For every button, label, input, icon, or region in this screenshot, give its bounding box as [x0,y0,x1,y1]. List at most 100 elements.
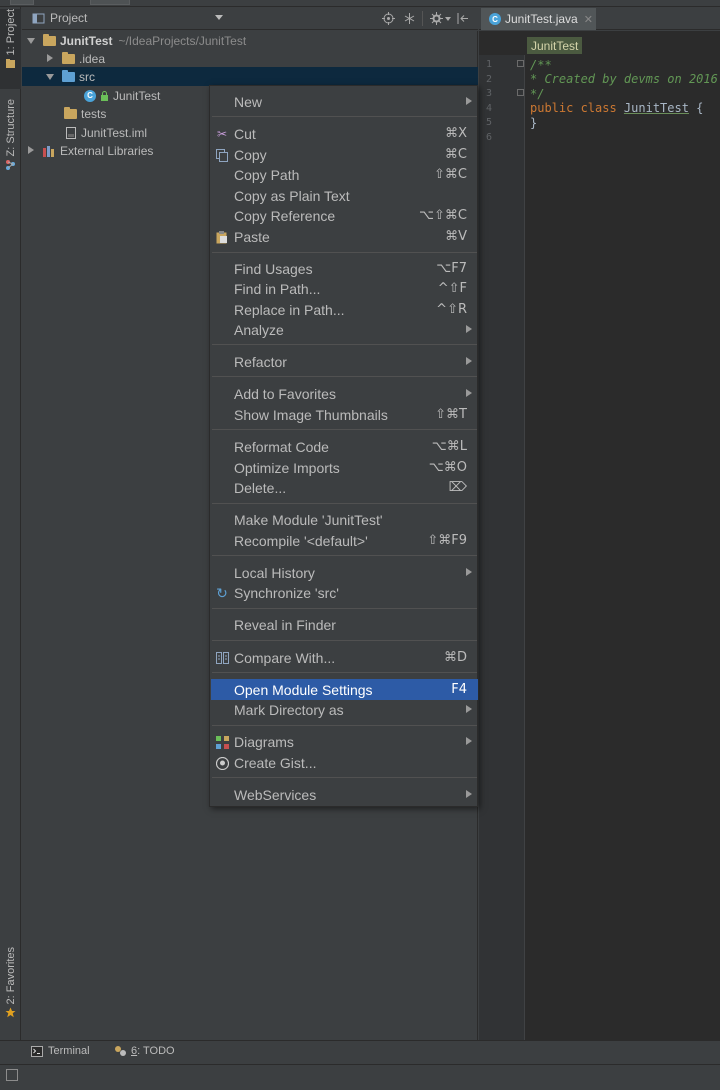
menu-item-find-usages[interactable]: Find Usages ⌥F7 [211,258,478,279]
menu-item-synchronize[interactable]: ↻ Synchronize 'src' [211,582,478,603]
menu-item-reformat-code[interactable]: Reformat Code ⌥⌘L [211,436,478,457]
chevron-down-icon[interactable] [44,71,56,83]
menu-item-find-in-path[interactable]: Find in Path... ^⇧F [211,278,478,299]
code-keyword: public class [530,101,624,115]
menu-item-analyze[interactable]: Analyze [211,319,478,340]
context-menu: New ✂ Cut ⌘X Copy ⌘C Copy Path ⇧⌘C Copy as P… [209,85,478,807]
menu-item-copy-reference[interactable]: Copy Reference ⌥⇧⌘C [211,205,478,226]
menu-item-shortcut: ⌥⌘O [428,460,467,475]
menu-item-compare-with[interactable]: Compare With... ⌘D [211,647,478,668]
fold-marker-icon[interactable] [517,89,524,96]
chevron-down-icon[interactable] [215,15,223,20]
menu-item-optimize-imports[interactable]: Optimize Imports ⌥⌘O [211,457,478,478]
menu-item-label: Mark Directory as [234,701,344,718]
project-panel-header: Project [22,7,478,30]
menu-item-diagrams[interactable]: Diagrams [211,731,478,752]
tree-item-idea[interactable]: .idea [22,49,478,68]
libraries-icon [43,145,54,157]
menu-item-label: New [234,93,263,110]
menu-item-label: Diagrams [234,733,294,750]
submenu-arrow-icon [466,357,472,365]
tree-item-src[interactable]: src [22,67,478,86]
class-icon: C [84,89,96,102]
tab-terminal[interactable]: Terminal [31,1045,90,1057]
gear-icon[interactable] [430,12,443,25]
tab-project[interactable]: 1: Project [0,9,21,89]
menu-item-label: Make Module 'JunitTest' [234,511,383,528]
menu-item-copy-path[interactable]: Copy Path ⇧⌘C [211,164,478,185]
menu-item-local-history[interactable]: Local History [211,562,478,583]
menu-item-cut[interactable]: ✂ Cut ⌘X [211,123,478,144]
tab-todo[interactable]: 6 : TODO [114,1045,175,1057]
menu-item-label: Copy Path [234,166,300,183]
editor-tab-junittest[interactable]: C JunitTest.java ✕ [481,8,596,30]
tree-item-label: src [79,69,95,84]
collapse-all-icon[interactable] [403,12,416,25]
menu-separator [212,555,477,556]
close-icon[interactable]: ✕ [584,13,593,26]
menu-item-mark-directory-as[interactable]: Mark Directory as [211,699,478,720]
tab-structure[interactable]: Z: Structure [0,99,21,183]
menu-separator [212,672,477,673]
editor-tab-bar: C JunitTest.java ✕ [479,7,720,30]
chevron-right-icon[interactable] [44,53,56,65]
scissors-icon: ✂ [216,127,228,141]
tree-item-label: External Libraries [60,143,154,158]
todo-icon [115,1046,126,1056]
menu-item-label: Refactor [234,353,287,370]
hide-panel-icon[interactable] [456,12,469,25]
menu-item-replace-in-path[interactable]: Replace in Path... ^⇧R [211,299,478,320]
line-number: 1 [485,59,492,70]
menu-item-shortcut: ^⇧F [437,281,467,296]
code-editor[interactable]: /** * Created by devms on 2016. */ publi… [525,55,720,1040]
menu-separator [212,503,477,504]
submenu-arrow-icon [466,705,472,713]
chevron-right-icon[interactable] [25,145,37,157]
source-folder-icon [62,69,75,82]
menu-item-refactor[interactable]: Refactor [211,351,478,372]
menu-item-open-module-settings[interactable]: Open Module Settings F4 [211,679,478,700]
menu-item-label: Copy Reference [234,207,336,224]
fold-marker-icon[interactable] [517,60,524,67]
line-number: 3 [485,88,492,99]
breadcrumb[interactable]: JunitTest [527,37,583,54]
toolbar-stub [90,0,130,5]
tab-favorites-label: 2: Favorites [4,947,17,1005]
menu-item-label: Find Usages [234,260,313,277]
menu-item-copy-plain-text[interactable]: Copy as Plain Text [211,185,478,206]
menu-item-add-to-favorites[interactable]: Add to Favorites [211,383,478,404]
sync-icon: ↻ [216,584,228,601]
submenu-arrow-icon [466,790,472,798]
line-number: 6 [485,132,492,143]
tree-item-project-root[interactable]: JunitTest ~/IdeaProjects/JunitTest [22,31,478,50]
scroll-from-source-icon[interactable] [382,12,395,25]
project-panel-title[interactable]: Project [50,11,87,25]
menu-item-delete[interactable]: Delete... ⌦ [211,477,478,498]
menu-item-label: Open Module Settings [234,681,373,698]
menu-item-show-image-thumbnails[interactable]: Show Image Thumbnails ⇧⌘T [211,404,478,425]
menu-item-copy[interactable]: Copy ⌘C [211,144,478,165]
menu-item-label: Copy as Plain Text [234,187,350,204]
menu-item-reveal-in-finder[interactable]: Reveal in Finder [211,614,478,635]
menu-item-paste[interactable]: Paste ⌘V [211,226,478,247]
toggle-tool-windows-icon[interactable] [6,1069,18,1081]
menu-separator [212,429,477,430]
compare-icon [215,651,229,665]
submenu-arrow-icon [466,325,472,333]
menu-item-webservices[interactable]: WebServices [211,784,478,805]
menu-item-create-gist[interactable]: Create Gist... [211,752,478,773]
tab-terminal-label: Terminal [48,1045,90,1057]
gear-dropdown-icon[interactable] [445,17,451,21]
tree-item-label: JunitTest [60,33,113,48]
menu-item-shortcut: ^⇧R [436,302,467,317]
submenu-arrow-icon [466,97,472,105]
menu-item-recompile[interactable]: Recompile '<default>' ⇧⌘F9 [211,530,478,551]
submenu-arrow-icon [466,568,472,576]
menu-item-new[interactable]: New [211,91,478,112]
code-line: } [530,116,538,130]
menu-separator [212,725,477,726]
tab-favorites[interactable]: 2: Favorites [0,947,21,1037]
class-icon: C [489,13,501,25]
menu-item-make-module[interactable]: Make Module 'JunitTest' [211,509,478,530]
chevron-down-icon[interactable] [25,35,37,47]
